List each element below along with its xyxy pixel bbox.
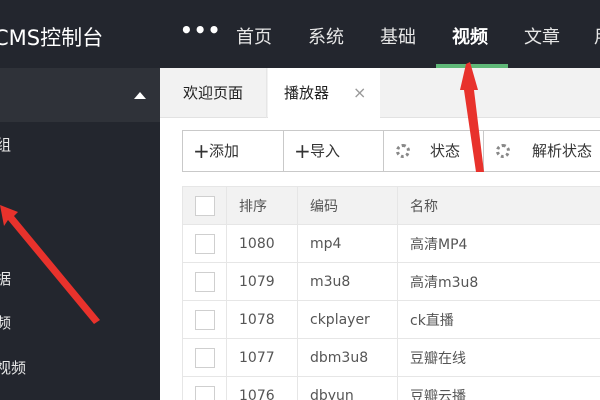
app-brand: CMS控制台 [0,26,104,50]
row-checkbox[interactable] [195,271,215,292]
row-checkbox[interactable] [195,385,215,400]
status-button[interactable]: 状态 [383,130,484,172]
tab-player[interactable]: 播放器 × [268,68,380,119]
top-navbar: CMS控制台 ••• 首页 系统 基础 视频 文章 用 [0,0,600,68]
row-checkbox-cell [182,338,227,377]
column-header-name[interactable]: 名称 [397,186,600,225]
cell-code: dbyun [297,376,398,400]
status-button-label: 状态 [430,142,461,160]
cell-sort: 1078 [226,300,298,339]
more-icon[interactable]: ••• [180,18,221,42]
table-header-row: 排序 编码 名称 [182,186,600,225]
table-row[interactable]: 1078 ckplayer ck直播 [182,300,600,339]
tab-bar: 欢迎页面 播放器 × [160,68,600,119]
plus-icon: + [294,139,311,163]
cell-code: dbm3u8 [297,338,398,377]
sidebar-section-header[interactable] [0,68,160,122]
sidebar-item-video-2[interactable]: 视频 [0,357,26,378]
tab-player-label: 播放器 [284,84,330,102]
row-checkbox-cell [182,376,227,400]
nav-article[interactable]: 文章 [524,23,560,49]
nav-video[interactable]: 视频 [452,23,488,49]
import-button-label: 导入 [310,142,341,160]
cell-sort: 1080 [226,224,298,263]
player-table: 排序 编码 名称 1080 mp4 高清MP4 1079 m3u8 高清m3u8… [182,186,600,400]
add-button[interactable]: + 添加 [182,130,284,172]
sidebar-item-video[interactable]: 频 [0,312,11,333]
select-all-checkbox[interactable] [195,195,215,216]
cell-code: mp4 [297,224,398,263]
main-content: + 添加 + 导入 状态 解析状态 排序 编码 名称 1080 mp4 高清MP… [160,118,600,400]
sidebar: 组 据 频 视频 [0,68,160,400]
cell-code: m3u8 [297,262,398,301]
nav-home[interactable]: 首页 [236,23,272,49]
cell-name: 豆瓣在线 [397,338,600,377]
cell-name: 高清m3u8 [397,262,600,301]
cell-sort: 1079 [226,262,298,301]
table-row[interactable]: 1077 dbm3u8 豆瓣在线 [182,338,600,377]
row-checkbox-cell [182,300,227,339]
close-icon[interactable]: × [353,68,366,118]
cell-name: 豆瓣云播 [397,376,600,400]
plus-icon: + [193,139,210,163]
cell-name: ck直播 [397,300,600,339]
row-checkbox[interactable] [195,233,215,254]
row-checkbox[interactable] [195,309,215,330]
row-checkbox-cell [182,262,227,301]
column-header-sort[interactable]: 排序 [226,186,298,225]
toolbar: + 添加 + 导入 状态 解析状态 [182,130,600,172]
parse-status-button-label: 解析状态 [532,142,593,160]
cell-code: ckplayer [297,300,398,339]
gear-icon [496,144,510,158]
row-checkbox[interactable] [195,347,215,368]
nav-user[interactable]: 用 [594,23,600,49]
sidebar-item-data[interactable]: 据 [0,268,11,289]
row-checkbox-cell [182,224,227,263]
tab-divider [266,68,267,118]
import-button[interactable]: + 导入 [283,130,384,172]
table-row[interactable]: 1080 mp4 高清MP4 [182,224,600,263]
add-button-label: 添加 [209,142,240,160]
select-all-cell [182,186,227,225]
nav-basic[interactable]: 基础 [380,23,416,49]
table-row[interactable]: 1076 dbyun 豆瓣云播 [182,376,600,400]
gear-icon [396,144,410,158]
table-row[interactable]: 1079 m3u8 高清m3u8 [182,262,600,301]
column-header-code[interactable]: 编码 [297,186,398,225]
cell-sort: 1077 [226,338,298,377]
nav-system[interactable]: 系统 [308,23,344,49]
cell-sort: 1076 [226,376,298,400]
caret-up-icon [134,92,146,99]
cell-name: 高清MP4 [397,224,600,263]
tab-welcome[interactable]: 欢迎页面 [160,68,266,118]
sidebar-item-group[interactable]: 组 [0,134,11,155]
parse-status-button[interactable]: 解析状态 [483,130,600,172]
